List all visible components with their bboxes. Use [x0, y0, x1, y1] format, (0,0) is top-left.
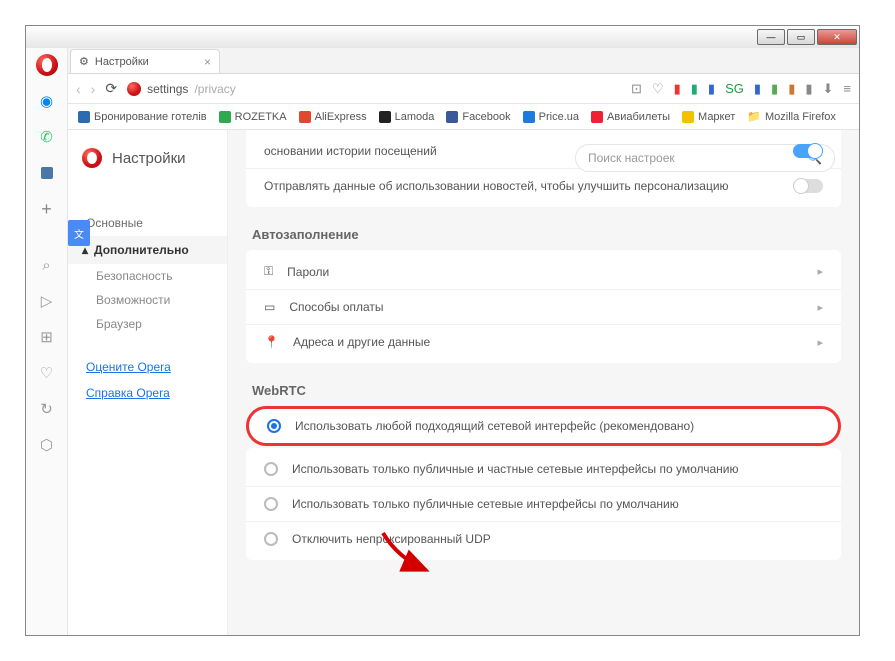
add-sidebar-button[interactable]: +	[36, 198, 58, 220]
tab-settings[interactable]: ⚙ Настройки ×	[70, 49, 220, 73]
webrtc-option-highlighted: Использовать любой подходящий сетевой ин…	[246, 406, 841, 446]
ext6-icon[interactable]: ▮	[771, 81, 778, 97]
easy-setup-icon[interactable]: ≡	[843, 81, 851, 96]
heart-icon[interactable]: ♡	[652, 81, 664, 97]
radio-selected-icon	[267, 419, 281, 433]
tab-label: Настройки	[95, 56, 149, 68]
translate-badge-icon[interactable]: 文	[68, 220, 90, 246]
webrtc-option-1[interactable]: Использовать любой подходящий сетевой ин…	[249, 409, 838, 443]
bookmark-item[interactable]: ROZETKA	[219, 111, 287, 123]
radio-icon	[264, 462, 278, 476]
vk-icon[interactable]	[36, 162, 58, 184]
chevron-right-icon: ▸	[817, 265, 823, 278]
bookmark-item[interactable]: Бронирование гoтелів	[78, 111, 207, 123]
webrtc-option-4[interactable]: Отключить непроксированный UDP	[246, 522, 841, 556]
key-icon: ⚿	[264, 264, 273, 279]
window-titlebar: — ▭ ✕	[26, 25, 859, 48]
sidebar-item-advanced[interactable]: ▴Дополнительно	[68, 236, 227, 264]
messenger-icon[interactable]: ◉	[36, 90, 58, 112]
toggle-off[interactable]	[793, 179, 823, 193]
history-icon[interactable]: ↻	[36, 398, 58, 420]
heart-icon[interactable]: ♡	[36, 362, 58, 384]
settings-page: Поиск настроек 🔍 основании истории посещ…	[228, 130, 859, 635]
sidebar-help-link[interactable]: Справка Opera	[68, 380, 227, 406]
send-icon[interactable]: ▷	[36, 290, 58, 312]
ext8-icon[interactable]: ▮	[805, 81, 812, 97]
bookmark-item[interactable]: AliExpress	[299, 111, 367, 123]
bookmark-item[interactable]: Price.ua	[523, 111, 579, 123]
tab-close-icon[interactable]: ×	[204, 55, 211, 69]
section-title-autofill: Автозаполнение	[252, 227, 841, 242]
chevron-right-icon: ▸	[817, 336, 823, 349]
gear-icon: ⚙	[79, 55, 89, 68]
ext7-icon[interactable]: ▮	[788, 81, 795, 97]
ext1-icon[interactable]: ▮	[674, 81, 681, 97]
url-field[interactable]: settings/privacy	[127, 82, 621, 96]
bookmarks-bar: Бронирование гoтелів ROZETKA AliExpress …	[68, 104, 859, 130]
tab-strip: ⚙ Настройки ×	[68, 48, 859, 74]
sidebar-item-security[interactable]: Безопасность	[68, 264, 227, 288]
opera-logo-icon[interactable]	[36, 54, 58, 76]
sidebar-item-basic[interactable]: Основные	[68, 210, 227, 236]
speed-dial-icon[interactable]: ⊞	[36, 326, 58, 348]
whatsapp-icon[interactable]: ✆	[36, 126, 58, 148]
autofill-payment[interactable]: ▭Способы оплаты▸	[246, 290, 841, 325]
section-title-webrtc: WebRTC	[252, 383, 841, 398]
maximize-button[interactable]: ▭	[787, 29, 815, 45]
minimize-button[interactable]: —	[757, 29, 785, 45]
location-icon: 📍	[264, 335, 279, 349]
sidebar-rate-link[interactable]: Оцените Opera	[68, 354, 227, 380]
ext5-icon[interactable]: ▮	[754, 81, 761, 97]
browser-sidebar: ◉ ✆ + ⌕ ▷ ⊞ ♡ ↻ ⬡	[26, 48, 68, 635]
search-icon[interactable]: ⌕	[36, 254, 58, 276]
webrtc-option-3[interactable]: Использовать только публичные сетевые ин…	[246, 487, 841, 522]
close-button[interactable]: ✕	[817, 29, 857, 45]
sidebar-item-features[interactable]: Возможности	[68, 288, 227, 312]
bookmark-item[interactable]: Lamoda	[379, 111, 435, 123]
ext2-icon[interactable]: ▮	[691, 81, 698, 97]
opera-logo-icon	[82, 148, 102, 168]
card-icon: ▭	[264, 300, 275, 314]
screenshot-icon[interactable]: ⊡	[631, 81, 642, 97]
autofill-addresses[interactable]: 📍Адреса и другие данные▸	[246, 325, 841, 359]
bookmark-item[interactable]: Маркет	[682, 111, 735, 123]
address-bar: ‹ › ⟳ settings/privacy ⊡ ♡ ▮ ▮ ▮ SG ▮ ▮ …	[68, 74, 859, 104]
bookmark-item[interactable]: Авиабилеты	[591, 111, 670, 123]
autofill-passwords[interactable]: ⚿Пароли▸	[246, 254, 841, 290]
setting-row[interactable]: Отправлять данные об использовании новос…	[246, 169, 841, 203]
ext3-icon[interactable]: ▮	[708, 81, 715, 97]
radio-icon	[264, 532, 278, 546]
extensions-icon[interactable]: ⬡	[36, 434, 58, 456]
page-title: Настройки	[112, 150, 186, 167]
reload-icon[interactable]: ⟳	[105, 80, 117, 97]
forward-icon[interactable]: ›	[91, 81, 96, 97]
bookmark-item[interactable]: Facebook	[446, 111, 510, 123]
back-icon[interactable]: ‹	[76, 81, 81, 97]
toggle-on[interactable]	[793, 144, 823, 158]
ext4-icon[interactable]: SG	[725, 81, 744, 96]
webrtc-option-2[interactable]: Использовать только публичные и частные …	[246, 452, 841, 487]
bookmark-item[interactable]: 📁Mozilla Firefox	[747, 110, 836, 123]
opera-favicon-icon	[127, 82, 141, 96]
download-icon[interactable]: ⬇	[823, 81, 834, 97]
chevron-right-icon: ▸	[817, 301, 823, 314]
sidebar-item-browser[interactable]: Браузер	[68, 312, 227, 336]
settings-sidebar: Настройки Основные ▴Дополнительно Безопа…	[68, 130, 228, 635]
radio-icon	[264, 497, 278, 511]
